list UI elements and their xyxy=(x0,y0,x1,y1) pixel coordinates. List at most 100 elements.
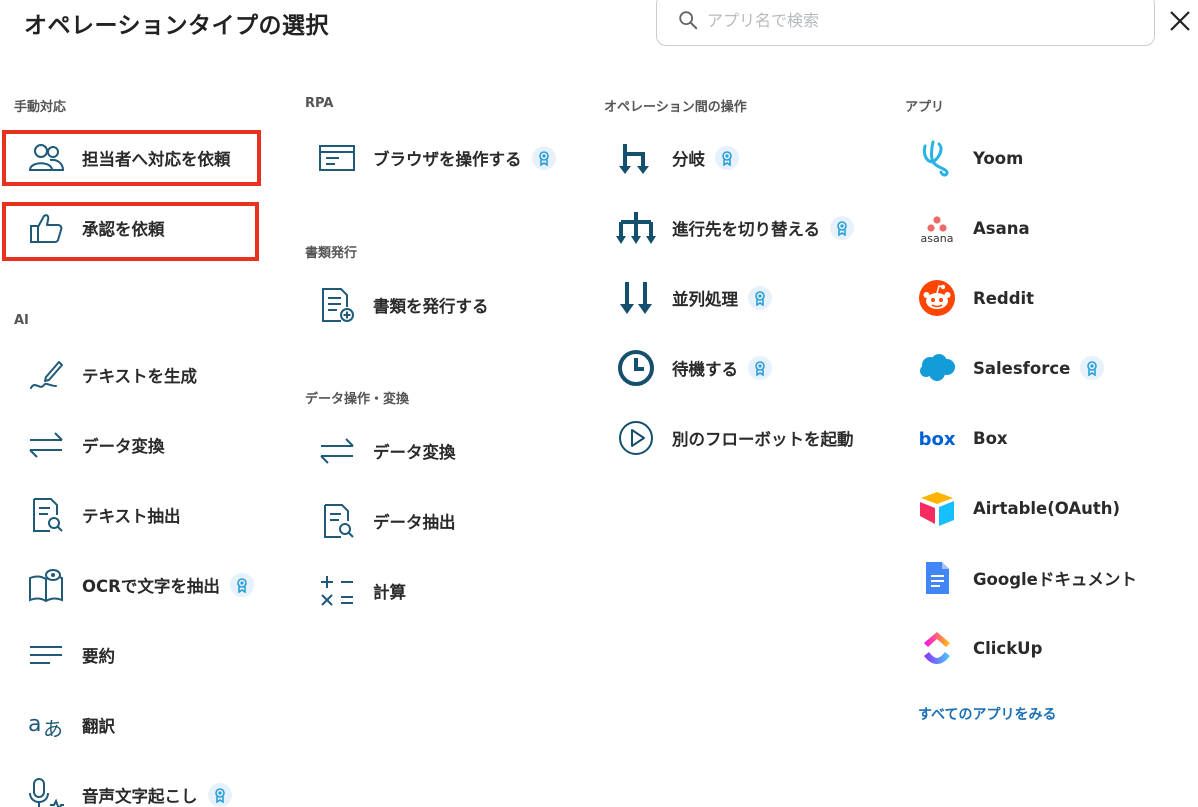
op-item-label: テキストを生成 xyxy=(82,367,198,386)
switch-path-icon xyxy=(616,208,656,248)
app-item-label: Yoom xyxy=(973,148,1024,168)
op-item-label: 別のフローボットを起動 xyxy=(672,430,854,449)
op-item-translate[interactable]: aあ 翻訳 xyxy=(26,703,115,747)
yoom-logo-icon xyxy=(917,138,957,178)
op-item-label: ブラウザを操作する xyxy=(373,150,522,169)
op-item-ocr[interactable]: OCRで文字を抽出 xyxy=(26,563,254,607)
op-item-label: 計算 xyxy=(373,583,406,602)
op-item-calculate[interactable]: 計算 xyxy=(317,569,406,613)
op-item-ai-data-transform[interactable]: データ変換 xyxy=(26,423,165,467)
app-item-label: Airtable(OAuth) xyxy=(973,498,1121,518)
op-item-label: 承認を依頼 xyxy=(82,220,165,239)
document-search-icon xyxy=(317,501,357,541)
premium-badge-icon xyxy=(830,216,855,240)
app-item-label: Reddit xyxy=(973,288,1035,308)
clickup-logo-icon xyxy=(917,628,957,668)
op-item-label: 待機する xyxy=(672,360,738,379)
op-item-summarize[interactable]: 要約 xyxy=(26,633,115,677)
app-item-label: Asana xyxy=(973,218,1030,238)
op-item-switch-path[interactable]: 進行先を切り替える xyxy=(616,206,855,250)
app-item-label: ClickUp xyxy=(973,638,1043,658)
op-item-label: 並列処理 xyxy=(672,290,738,309)
op-item-extract-text[interactable]: テキスト抽出 xyxy=(26,493,181,537)
op-item-branch[interactable]: 分岐 xyxy=(616,136,739,180)
svg-text:asana: asana xyxy=(921,232,954,245)
premium-badge-icon xyxy=(531,146,556,170)
box-logo-icon: box xyxy=(917,418,957,458)
op-item-browser[interactable]: ブラウザを操作する xyxy=(317,136,556,180)
section-label-data-ops: データ操作・変換 xyxy=(305,392,410,407)
pen-icon xyxy=(26,355,66,395)
asana-logo-icon: asana xyxy=(917,208,957,248)
calculator-icon xyxy=(317,571,357,611)
op-item-request-approval[interactable]: 承認を依頼 xyxy=(26,206,165,250)
premium-badge-icon xyxy=(748,356,772,380)
app-item-google-docs[interactable]: Googleドキュメント xyxy=(917,556,1137,600)
reddit-logo-icon xyxy=(917,278,957,318)
document-search-icon xyxy=(26,495,66,535)
page-title: オペレーションタイプの選択 xyxy=(24,13,330,39)
parallel-icon xyxy=(616,278,656,318)
premium-badge-icon xyxy=(207,783,232,807)
op-item-assign-task[interactable]: 担当者へ対応を依頼 xyxy=(26,136,231,180)
op-item-label: 要約 xyxy=(82,647,115,666)
lines-icon xyxy=(26,635,66,675)
section-label-ops: オペレーション間の操作 xyxy=(604,100,747,115)
premium-badge-icon xyxy=(715,146,739,170)
app-item-clickup[interactable]: ClickUp xyxy=(917,626,1042,670)
swap-arrows-icon xyxy=(26,425,66,465)
branch-icon xyxy=(616,138,656,178)
op-item-parallel[interactable]: 並列処理 xyxy=(616,276,772,320)
app-item-label: Box xyxy=(973,428,1008,448)
op-item-data-extract[interactable]: データ抽出 xyxy=(317,499,456,543)
premium-badge-icon xyxy=(229,573,254,597)
premium-badge-icon xyxy=(748,286,772,310)
app-item-airtable[interactable]: Airtable(OAuth) xyxy=(917,486,1120,530)
svg-text:box: box xyxy=(919,429,956,450)
op-item-launch-flowbot[interactable]: 別のフローボットを起動 xyxy=(616,416,854,460)
section-label-apps: アプリ xyxy=(905,100,945,115)
op-item-wait[interactable]: 待機する xyxy=(616,346,772,390)
op-item-transcribe[interactable]: 音声文字起こし xyxy=(26,773,232,807)
op-item-generate-text[interactable]: テキストを生成 xyxy=(26,353,197,397)
op-item-label: データ変換 xyxy=(82,437,165,456)
document-add-icon xyxy=(317,285,357,325)
op-item-label: 音声文字起こし xyxy=(82,787,198,806)
premium-badge-icon xyxy=(1080,356,1105,380)
op-item-data-transform[interactable]: データ変換 xyxy=(317,429,456,473)
app-item-asana[interactable]: asana Asana xyxy=(917,206,1030,250)
svg-text:あ: あ xyxy=(43,717,63,741)
people-icon xyxy=(26,138,66,178)
book-eye-icon xyxy=(26,565,66,605)
clock-icon xyxy=(616,348,656,388)
search-box[interactable] xyxy=(656,0,1155,46)
app-item-salesforce[interactable]: Salesforce xyxy=(917,346,1105,390)
section-label-docs: 書類発行 xyxy=(305,246,358,261)
op-item-label: 担当者へ対応を依頼 xyxy=(82,150,231,169)
section-label-ai: AI xyxy=(14,313,29,328)
microphone-icon xyxy=(26,775,66,807)
section-label-manual: 手動対応 xyxy=(14,100,67,115)
swap-arrows-icon xyxy=(317,431,357,471)
op-item-label: 進行先を切り替える xyxy=(672,220,821,239)
see-all-apps-link[interactable]: すべてのアプリをみる xyxy=(918,704,1056,724)
app-item-box[interactable]: box Box xyxy=(917,416,1008,460)
op-item-issue-document[interactable]: 書類を発行する xyxy=(317,283,489,327)
salesforce-logo-icon xyxy=(917,348,957,388)
app-item-label: Salesforce xyxy=(973,358,1071,378)
app-item-reddit[interactable]: Reddit xyxy=(917,276,1034,320)
translate-icon: aあ xyxy=(26,705,66,745)
op-item-label: データ変換 xyxy=(373,443,456,462)
section-label-rpa: RPA xyxy=(305,96,334,111)
op-item-label: OCRで文字を抽出 xyxy=(82,577,220,596)
op-item-label: テキスト抽出 xyxy=(82,507,181,526)
svg-text:a: a xyxy=(28,712,41,737)
app-item-label: Googleドキュメント xyxy=(973,570,1137,589)
search-input[interactable] xyxy=(707,10,1107,30)
op-item-label: 書類を発行する xyxy=(373,297,489,316)
close-icon[interactable] xyxy=(1166,7,1194,35)
app-item-yoom[interactable]: Yoom xyxy=(917,136,1023,180)
thumbs-up-icon xyxy=(26,208,66,248)
op-item-label: データ抽出 xyxy=(373,513,456,532)
airtable-logo-icon xyxy=(917,488,957,528)
